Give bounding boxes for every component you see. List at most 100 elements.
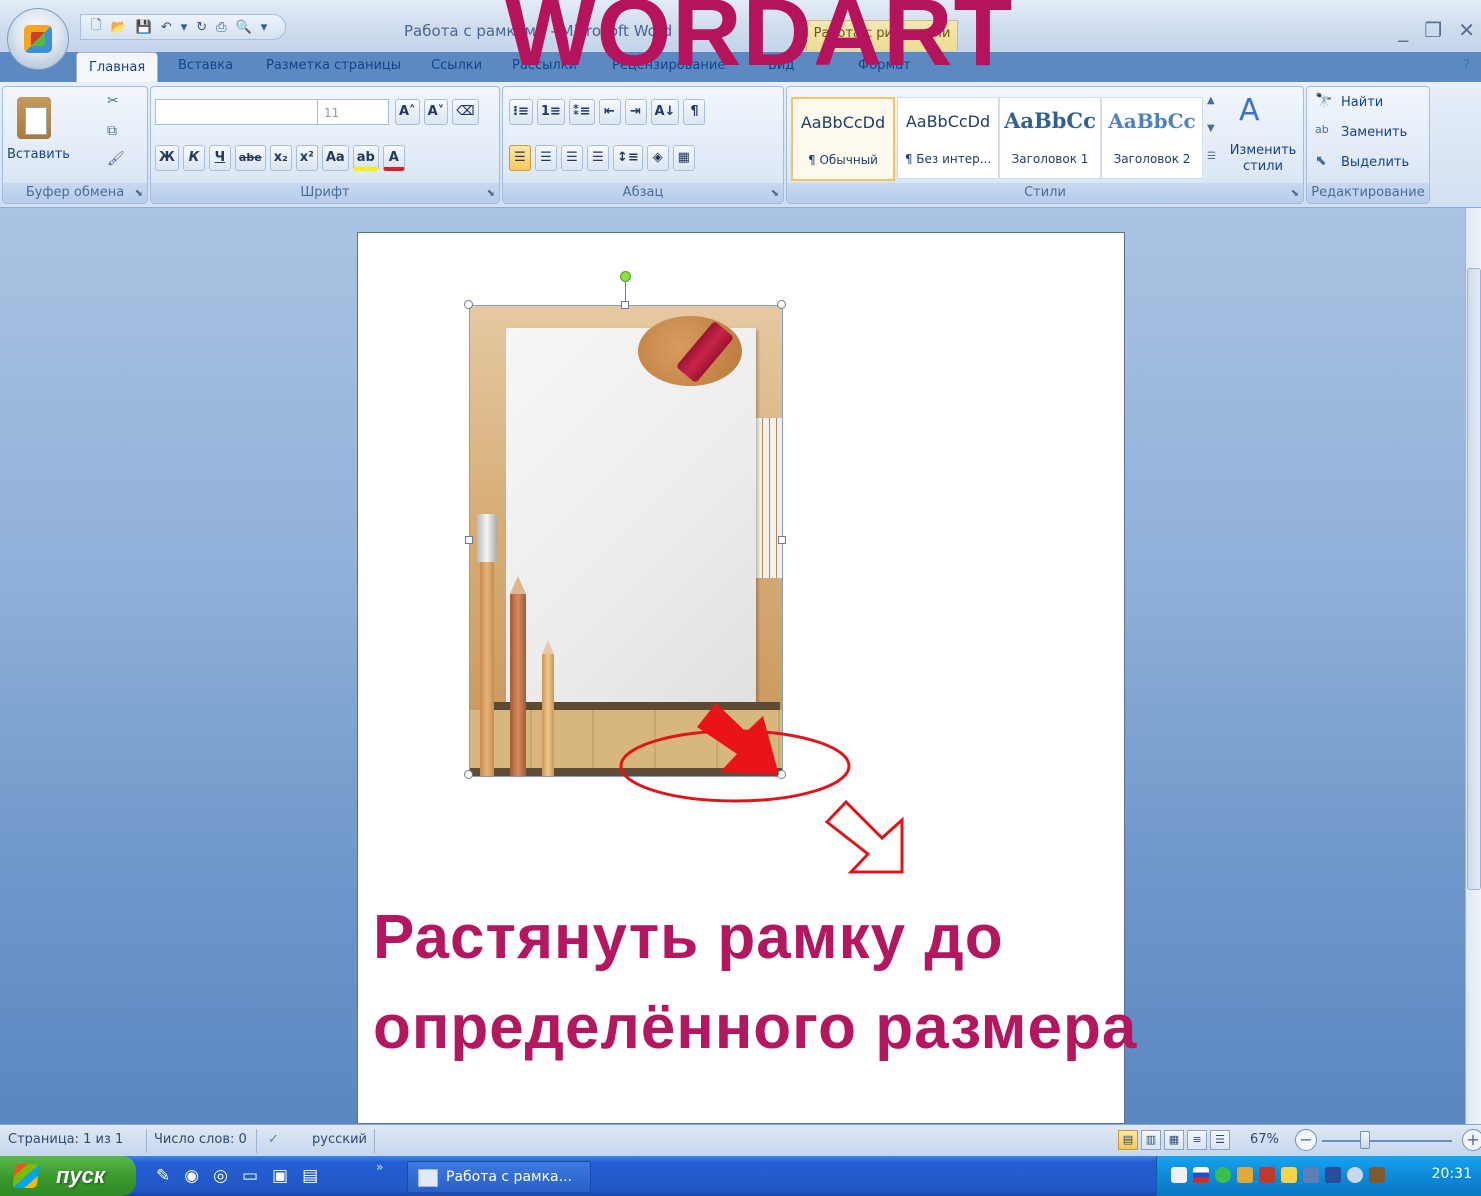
web-layout-icon[interactable]: ▦ <box>1164 1130 1184 1150</box>
print-layout-icon[interactable]: ▤ <box>1118 1130 1138 1150</box>
styles-more-icon[interactable]: ☰ <box>1207 151 1216 162</box>
resize-handle-top[interactable] <box>621 301 629 309</box>
format-painter-icon[interactable]: 🖌 <box>107 151 125 167</box>
undo-icon[interactable]: ↶ <box>161 20 172 35</box>
paste-button[interactable]: Вставить <box>7 147 70 162</box>
draft-icon[interactable]: ☰ <box>1210 1130 1230 1150</box>
subscript-button[interactable]: x₂ <box>269 145 292 171</box>
sort-button[interactable]: A↓ <box>650 99 680 125</box>
styles-scroll-down-icon[interactable]: ▼ <box>1207 123 1215 134</box>
quicklaunch-word-icon[interactable]: ▣ <box>272 1166 288 1186</box>
strikethrough-button[interactable]: abe <box>234 145 266 171</box>
start-button[interactable]: пуск <box>0 1156 136 1196</box>
tab-references[interactable]: Ссылки <box>431 58 482 73</box>
align-right-button[interactable]: ☰ <box>561 145 583 171</box>
style-normal[interactable]: AaBbCcDd ¶ Обычный <box>791 97 895 181</box>
help-icon[interactable]: ? <box>1463 58 1470 73</box>
show-marks-button[interactable]: ¶ <box>683 99 706 125</box>
quicklaunch-overflow-icon[interactable]: » <box>376 1160 383 1174</box>
undo-dropdown-icon[interactable]: ▾ <box>181 20 188 35</box>
vertical-scrollbar[interactable] <box>1465 208 1481 1124</box>
dialog-launcher-icon[interactable]: ⬊ <box>135 188 143 199</box>
align-left-button[interactable]: ☰ <box>509 145 531 171</box>
minimize-button[interactable]: _ <box>1398 18 1408 42</box>
shrink-font-button[interactable]: A˅ <box>423 99 449 125</box>
rotation-handle[interactable] <box>620 271 631 282</box>
tray-acrobat-icon[interactable] <box>1259 1167 1275 1183</box>
spelling-check-icon[interactable]: ✓ <box>268 1132 279 1147</box>
find-button[interactable]: Найти <box>1341 95 1383 110</box>
quicklaunch-disk-icon[interactable]: ▭ <box>242 1166 258 1186</box>
quicklaunch-excel-icon[interactable]: ▤ <box>302 1166 318 1186</box>
tray-media-icon[interactable] <box>1325 1167 1341 1183</box>
zoom-slider-track[interactable] <box>1322 1140 1452 1142</box>
zoom-level[interactable]: 67% <box>1250 1132 1279 1147</box>
system-clock[interactable]: 20:31 <box>1432 1166 1472 1182</box>
italic-button[interactable]: К <box>182 145 205 171</box>
quicklaunch-paint-icon[interactable]: ✎ <box>156 1166 170 1186</box>
style-heading-2[interactable]: AaBbCc Заголовок 2 <box>1101 97 1203 179</box>
frame-picture[interactable] <box>469 305 783 777</box>
font-size-combo[interactable]: 11 <box>317 99 389 125</box>
borders-button[interactable]: ▦ <box>672 145 695 171</box>
change-styles-icon[interactable]: A <box>1239 93 1260 128</box>
tray-bug-icon[interactable] <box>1369 1167 1385 1183</box>
tray-volume-icon[interactable] <box>1347 1167 1363 1183</box>
print-preview-icon[interactable]: 🔍 <box>236 20 252 35</box>
copy-icon[interactable]: ⧉ <box>107 123 117 139</box>
restore-button[interactable]: ❐ <box>1424 18 1442 42</box>
page-count[interactable]: Страница: 1 из 1 <box>8 1132 123 1147</box>
resize-handle-right[interactable] <box>778 536 786 544</box>
resize-handle-top-left[interactable] <box>464 300 473 309</box>
style-no-spacing[interactable]: AaBbCcDd ¶ Без интер... <box>897 97 999 179</box>
highlight-button[interactable]: ab <box>352 145 379 171</box>
scrollbar-thumb[interactable] <box>1467 268 1481 890</box>
change-styles-button[interactable]: Изменить стили <box>1225 143 1301 175</box>
tray-language-flag-icon[interactable] <box>1193 1167 1209 1183</box>
tray-antivirus-icon[interactable] <box>1171 1167 1187 1183</box>
tray-shield-icon[interactable] <box>1281 1167 1297 1183</box>
resize-handle-top-right[interactable] <box>777 300 786 309</box>
justify-button[interactable]: ☰ <box>587 145 609 171</box>
replace-button[interactable]: Заменить <box>1341 125 1407 140</box>
line-spacing-button[interactable]: ↕≡ <box>613 145 643 171</box>
paste-icon[interactable] <box>17 97 51 139</box>
tab-page-layout[interactable]: Разметка страницы <box>266 58 401 73</box>
multilevel-list-button[interactable]: ⁑≡ <box>568 99 595 125</box>
quicklaunch-browser-icon[interactable]: ◎ <box>213 1166 228 1186</box>
cut-icon[interactable]: ✂ <box>107 93 119 109</box>
increase-indent-button[interactable]: ⇥ <box>624 99 647 125</box>
dialog-launcher-icon[interactable]: ⬊ <box>771 188 779 199</box>
zoom-out-icon[interactable]: − <box>1295 1129 1317 1151</box>
dialog-launcher-icon[interactable]: ⬊ <box>1291 188 1299 199</box>
clear-format-button[interactable]: ⌫ <box>452 99 479 125</box>
outline-icon[interactable]: ≡ <box>1187 1130 1207 1150</box>
word-count[interactable]: Число слов: 0 <box>154 1132 247 1147</box>
numbering-button[interactable]: 1≡ <box>536 99 565 125</box>
taskbar-window-button[interactable]: Работа с рамка... <box>407 1161 591 1193</box>
redo-icon[interactable]: ↻ <box>196 20 207 35</box>
tab-insert[interactable]: Вставка <box>178 58 233 73</box>
change-case-button[interactable]: Aa <box>321 145 349 171</box>
new-document-icon[interactable]: 🗋 <box>91 16 101 38</box>
customize-qat-icon[interactable]: ▾ <box>261 20 268 35</box>
resize-handle-bottom-right[interactable] <box>777 770 786 779</box>
decrease-indent-button[interactable]: ⇤ <box>598 99 621 125</box>
select-button[interactable]: Выделить <box>1341 155 1409 170</box>
zoom-slider-thumb[interactable] <box>1360 1131 1370 1149</box>
styles-scroll-up-icon[interactable]: ▲ <box>1207 95 1215 106</box>
tray-network-icon[interactable] <box>1215 1167 1231 1183</box>
resize-handle-left[interactable] <box>465 536 473 544</box>
tray-monitor-icon[interactable] <box>1303 1167 1319 1183</box>
tray-security-icon[interactable] <box>1237 1167 1253 1183</box>
print-icon[interactable]: ⎙ <box>216 20 226 35</box>
font-name-combo[interactable] <box>155 99 325 125</box>
office-button[interactable] <box>7 8 69 70</box>
language-indicator[interactable]: русский <box>312 1132 367 1147</box>
shading-button[interactable]: ◈ <box>646 145 669 171</box>
style-heading-1[interactable]: AaBbCc Заголовок 1 <box>999 97 1101 179</box>
resize-handle-bottom-left[interactable] <box>464 770 473 779</box>
superscript-button[interactable]: x² <box>295 145 318 171</box>
bold-button[interactable]: Ж <box>155 145 179 171</box>
align-center-button[interactable]: ☰ <box>535 145 557 171</box>
